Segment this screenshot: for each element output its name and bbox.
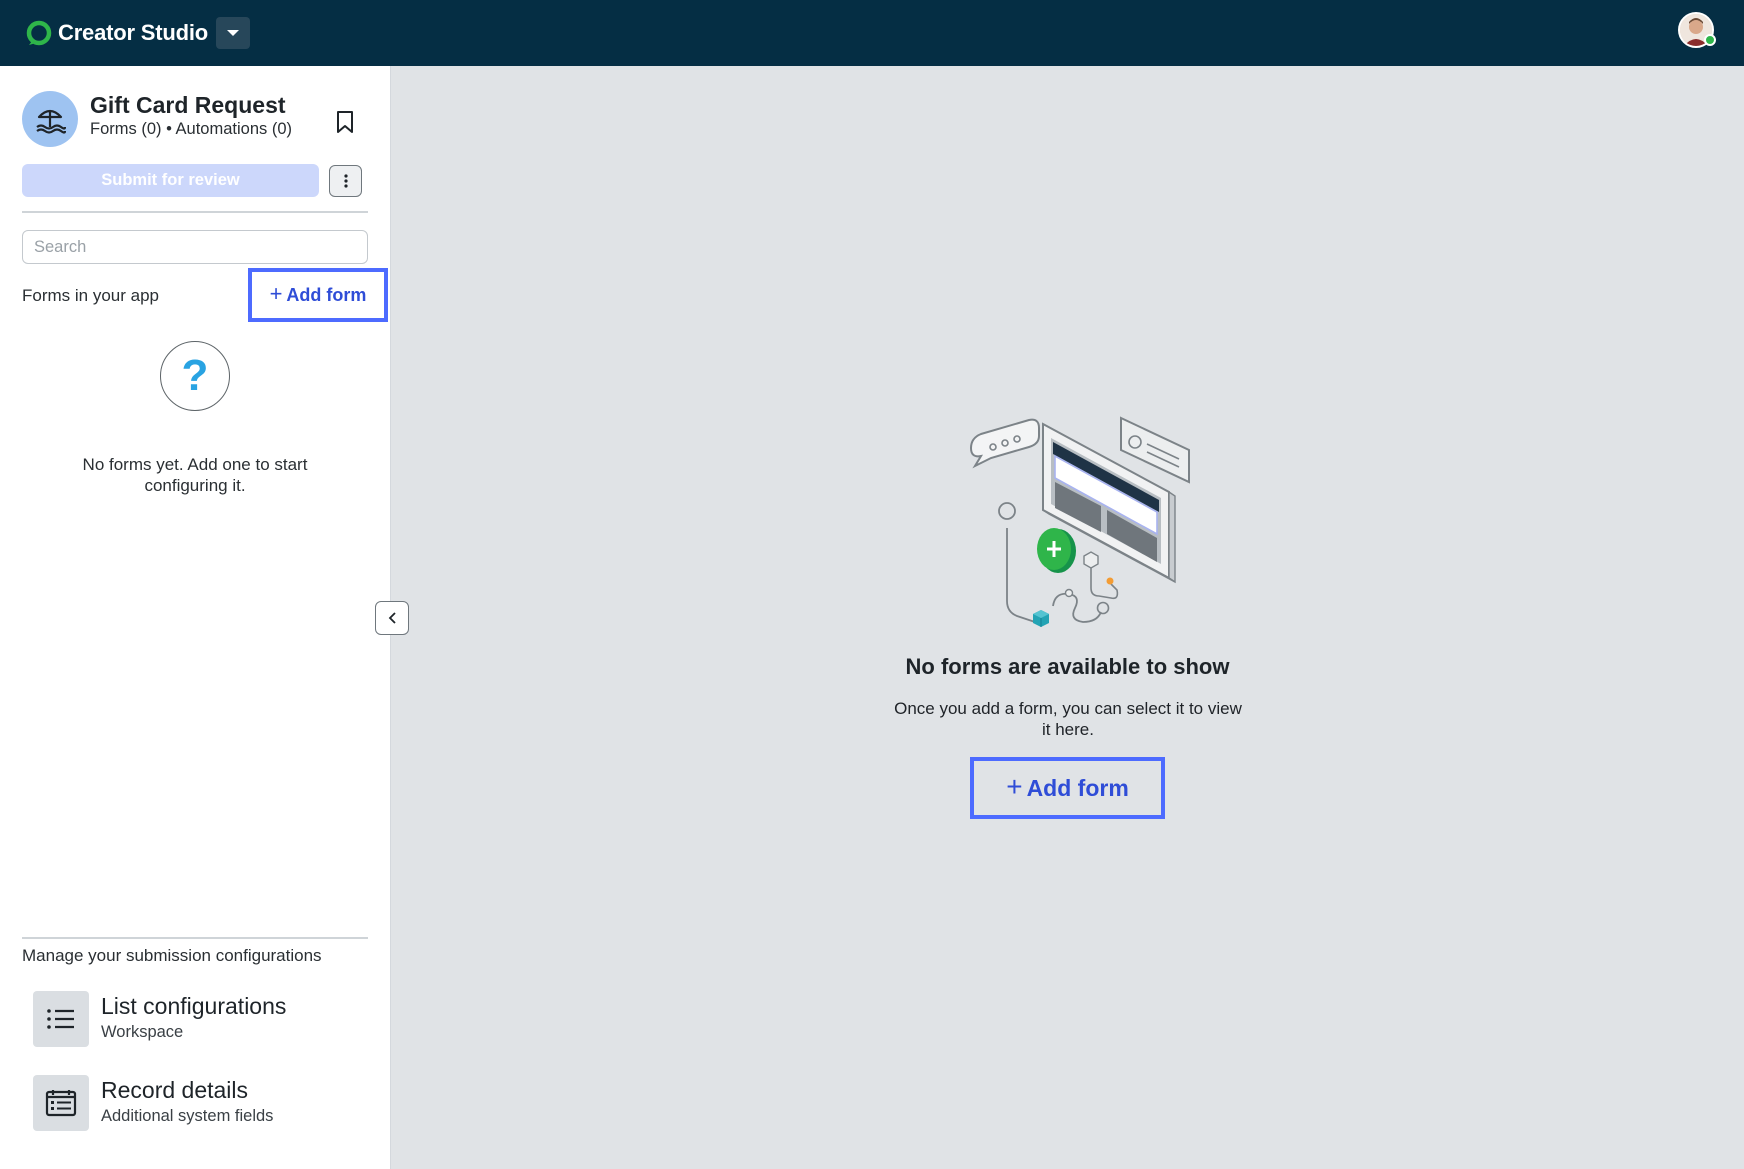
app-icon <box>22 91 78 147</box>
add-form-label: Add form <box>1026 774 1129 801</box>
app-meta: Forms (0) • Automations (0) <box>90 120 292 138</box>
collapse-sidebar-button[interactable] <box>375 601 409 635</box>
online-status-icon <box>1704 34 1716 46</box>
app-switcher-dropdown[interactable] <box>216 17 250 49</box>
beach-umbrella-icon <box>36 109 66 134</box>
more-options-button[interactable] <box>329 165 362 197</box>
list-configurations-item[interactable]: List configurations Workspace <box>33 991 363 1049</box>
config-title: Record details <box>101 1077 249 1103</box>
list-icon-box <box>33 991 89 1047</box>
creator-studio-logo-icon <box>26 20 52 46</box>
sidebar-empty-message: No forms yet. Add one to start configuri… <box>82 455 308 495</box>
chevron-left-icon <box>388 612 396 624</box>
brand[interactable]: Creator Studio <box>26 20 208 46</box>
list-icon <box>47 1009 74 1029</box>
submit-for-review-button[interactable]: Submit for review <box>22 164 319 197</box>
record-details-icon <box>45 1090 77 1117</box>
empty-state-description: Once you add a form, you can select it t… <box>894 699 1242 739</box>
config-title: List configurations <box>101 993 287 1019</box>
config-subtitle: Workspace <box>101 1023 184 1041</box>
add-form-label: Add form <box>286 284 367 305</box>
record-details-item[interactable]: Record details Additional system fields <box>33 1075 363 1133</box>
question-mark-icon: ? <box>160 341 230 411</box>
config-subtitle: Additional system fields <box>101 1107 274 1125</box>
bookmark-icon[interactable] <box>335 110 355 134</box>
manage-configurations-label: Manage your submission configurations <box>22 946 322 965</box>
caret-down-icon <box>227 30 239 36</box>
search-input[interactable] <box>22 230 368 264</box>
empty-state-title: No forms are available to show <box>905 654 1230 679</box>
empty-forms-illustration-icon <box>969 416 1190 627</box>
divider <box>22 211 368 213</box>
plus-icon: + <box>1006 770 1023 802</box>
top-bar: Creator Studio <box>0 0 1744 66</box>
sidebar-add-form-button[interactable]: + Add form <box>248 268 388 322</box>
main-content: No forms are available to show Once you … <box>391 66 1744 1169</box>
app-title: Gift Card Request <box>90 92 286 118</box>
brand-name: Creator Studio <box>58 20 208 45</box>
forms-section-label: Forms in your app <box>22 286 159 305</box>
question-mark-glyph: ? <box>181 351 209 400</box>
main-add-form-button[interactable]: + Add form <box>970 757 1165 819</box>
divider <box>22 937 368 939</box>
plus-icon: + <box>269 281 283 306</box>
record-details-icon-box <box>33 1075 89 1131</box>
vertical-dots-icon <box>343 174 348 188</box>
sidebar: Gift Card Request Forms (0) • Automation… <box>0 66 391 1169</box>
